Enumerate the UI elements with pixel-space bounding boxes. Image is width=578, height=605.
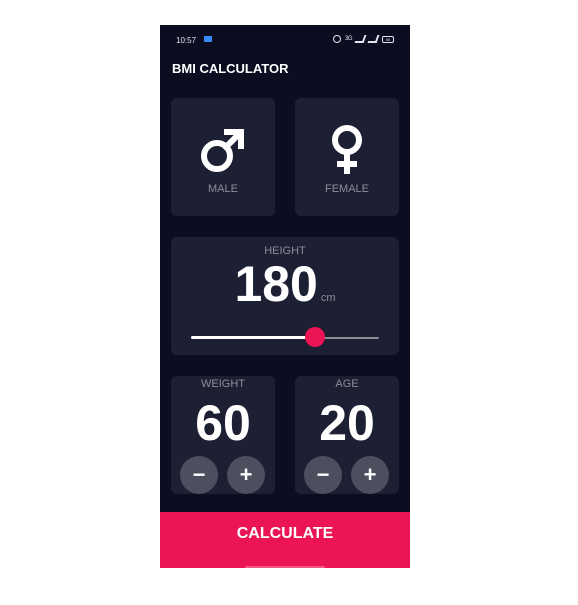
height-slider-active-track[interactable] (191, 336, 315, 339)
height-slider-thumb[interactable] (305, 327, 325, 347)
status-icons: 3G 60 (332, 35, 394, 43)
female-label: FEMALE (324, 183, 369, 195)
calculate-button[interactable]: CALCULATE (160, 512, 410, 568)
app-bar: BMI CALCULATOR (160, 47, 410, 91)
weight-plus-button[interactable]: + (227, 456, 265, 494)
notification-icon (204, 36, 212, 42)
alarm-icon (332, 35, 341, 43)
age-value: 20 (319, 395, 375, 451)
height-value: 180 (234, 256, 318, 312)
female-card[interactable]: FEMALE (295, 98, 399, 216)
status-bar: 10:57 3G 60 (160, 25, 410, 47)
signal-icon-2 (367, 35, 380, 43)
age-card: AGE 20 − + (295, 376, 399, 494)
weight-value: 60 (195, 395, 251, 451)
status-time: 10:57 (176, 36, 197, 45)
gesture-nav-bar[interactable] (245, 566, 325, 568)
app-screen: 10:57 3G 60 BMI CALCULATOR MALE FEMALE H… (160, 25, 410, 568)
app-title: BMI CALCULATOR (172, 61, 289, 76)
age-label: AGE (335, 378, 359, 390)
male-symbol-icon (171, 122, 275, 178)
battery-icon: 60 (382, 35, 394, 43)
male-label: MALE (208, 183, 238, 195)
male-card[interactable]: MALE (171, 98, 275, 216)
height-card: HEIGHT 180 cm (171, 237, 399, 355)
network-icon: 3G (344, 36, 353, 42)
height-display: 180 cm (171, 255, 399, 313)
female-symbol-icon (295, 122, 399, 178)
age-minus-button[interactable]: − (304, 456, 342, 494)
age-plus-button[interactable]: + (351, 456, 389, 494)
height-unit: cm (320, 292, 336, 304)
weight-card: WEIGHT 60 − + (171, 376, 275, 494)
weight-label: WEIGHT (201, 378, 245, 390)
signal-icon (354, 35, 367, 43)
weight-minus-button[interactable]: − (180, 456, 218, 494)
